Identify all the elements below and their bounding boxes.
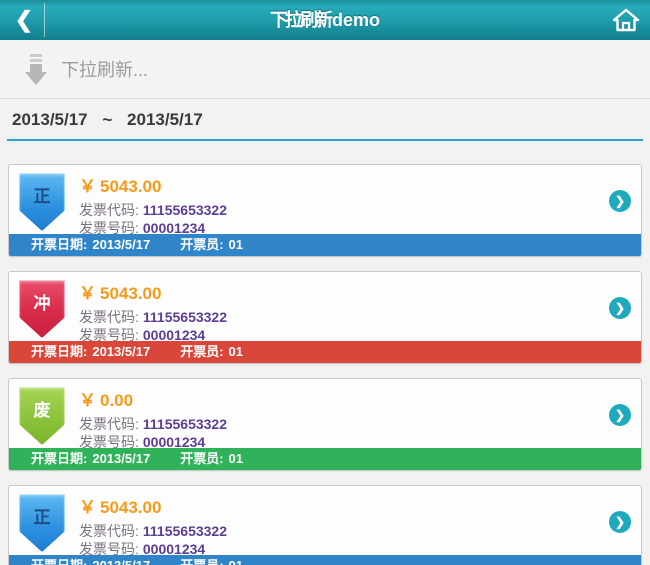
currency-symbol: ￥ [79,177,96,196]
invoice-summary: ￥ 5043.00 发票代码: 11155653322 发票号码: 00001234 [79,486,641,558]
issue-date-label: 开票日期: [31,344,88,359]
invoice-card[interactable]: 正 ￥ 5043.00 发票代码: 11155653322 发票号码: 0000123… [8,485,642,565]
status-badge-label: 冲 [33,294,51,313]
status-badge-label: 正 [33,508,51,527]
detail-chevron-icon[interactable]: ❯ [609,511,631,533]
status-badge-label: 正 [33,187,51,206]
invoice-code-value: 11155653322 [142,523,227,539]
invoice-card[interactable]: 废 ￥ 0.00 发票代码: 11155653322 发票号码: 00001234 ❯… [8,378,642,471]
detail-chevron-icon[interactable]: ❯ [609,297,631,319]
invoice-code-label: 发票代码: [79,523,139,539]
invoice-code-label: 发票代码: [79,309,139,325]
invoice-amount: ￥ 5043.00 [79,172,641,197]
currency-symbol: ￥ [79,284,96,303]
currency-symbol: ￥ [79,498,96,517]
issue-date-value: 2013/5/17 [92,344,151,359]
status-badge: 正 [19,494,65,552]
back-button[interactable]: ❮ [6,0,42,40]
amount-value: 0.00 [100,391,134,410]
amount-value: 5043.00 [100,177,162,196]
invoice-code-row: 发票代码: 11155653322 [79,308,641,326]
issue-date-label: 开票日期: [31,451,88,466]
detail-chevron-icon[interactable]: ❯ [609,190,631,212]
arrow-head [25,71,47,85]
issue-date-value: 2013/5/17 [92,451,151,466]
operator-label: 开票员: [180,558,223,565]
operator-value: 01 [229,558,243,565]
chevron-glyph: ❯ [614,515,626,529]
invoice-amount: ￥ 0.00 [79,386,641,411]
invoice-code-label: 发票代码: [79,202,139,218]
invoice-code-value: 11155653322 [142,202,227,218]
amount-value: 5043.00 [100,498,162,517]
arrow-dash [30,53,42,57]
issue-date-label: 开票日期: [31,237,88,252]
home-button[interactable] [612,8,640,32]
invoice-code-value: 11155653322 [142,416,227,432]
status-badge: 正 [19,173,65,231]
header-bar: ❮ 下拉刷新 demo [0,0,650,40]
invoice-footer: 开票日期: 2013/5/17 开票员: 01 [9,555,641,565]
invoice-summary: ￥ 5043.00 发票代码: 11155653322 发票号码: 00001234 [79,165,641,237]
issue-date-value: 2013/5/17 [92,237,151,252]
home-icon [612,8,640,32]
page-title-cn: 下拉刷新 [269,10,333,30]
app-window: ❮ 下拉刷新 demo 下拉刷新... 2013/5/17 ~ 2013/5/17… [0,0,650,565]
invoice-code-row: 发票代码: 11155653322 [79,201,641,219]
invoice-footer: 开票日期: 2013/5/17 开票员: 01 [9,448,641,470]
pull-arrow-down-icon [25,53,47,85]
date-separator: ~ [102,110,113,129]
invoice-amount: ￥ 5043.00 [79,279,641,304]
operator-label: 开票员: [180,344,224,359]
operator-label: 开票员: [180,237,224,252]
invoice-card[interactable]: 冲 ￥ 5043.00 发票代码: 11155653322 发票号码: 0000123… [8,271,642,364]
header-divider [44,3,45,37]
operator-value: 01 [228,237,243,252]
operator-label: 开票员: [180,451,224,466]
chevron-glyph: ❯ [614,194,626,208]
invoice-amount: ￥ 5043.00 [79,493,641,518]
page-title-suffix: demo [331,10,380,30]
arrow-dash [30,58,42,62]
arrow-stem [30,63,42,72]
detail-chevron-icon[interactable]: ❯ [609,404,631,426]
invoice-summary: ￥ 5043.00 发票代码: 11155653322 发票号码: 00001234 [79,272,641,344]
chevron-glyph: ❯ [614,301,626,315]
invoice-card[interactable]: 正 ￥ 5043.00 发票代码: 11155653322 发票号码: 0000123… [8,164,642,257]
end-date[interactable]: 2013/5/17 [127,110,203,129]
operator-value: 01 [228,451,243,466]
issue-date-value: 2013/5/17 [92,558,150,565]
invoice-footer: 开票日期: 2013/5/17 开票员: 01 [9,234,641,256]
operator-value: 01 [228,344,243,359]
chevron-glyph: ❯ [614,408,626,422]
invoice-code-label: 发票代码: [79,416,139,432]
invoice-footer: 开票日期: 2013/5/17 开票员: 01 [9,341,641,363]
invoice-code-row: 发票代码: 11155653322 [79,522,641,540]
status-badge-label: 废 [33,401,51,420]
invoice-code-row: 发票代码: 11155653322 [79,415,641,433]
start-date[interactable]: 2013/5/17 [12,110,88,129]
status-badge: 冲 [19,280,65,338]
status-badge: 废 [19,387,65,445]
invoice-list: 正 ￥ 5043.00 发票代码: 11155653322 发票号码: 0000123… [0,141,650,565]
invoice-summary: ￥ 0.00 发票代码: 11155653322 发票号码: 00001234 [79,379,641,451]
page-title: 下拉刷新 demo [60,0,590,40]
back-chevron-icon: ❮ [14,7,34,32]
pull-to-refresh[interactable]: 下拉刷新... [0,40,650,99]
pull-refresh-label: 下拉刷新... [61,60,149,80]
amount-value: 5043.00 [100,284,162,303]
currency-symbol: ￥ [79,391,96,410]
date-range-filter[interactable]: 2013/5/17 ~ 2013/5/17 [7,99,643,141]
invoice-code-value: 11155653322 [142,309,227,325]
issue-date-label: 开票日期: [31,558,87,565]
